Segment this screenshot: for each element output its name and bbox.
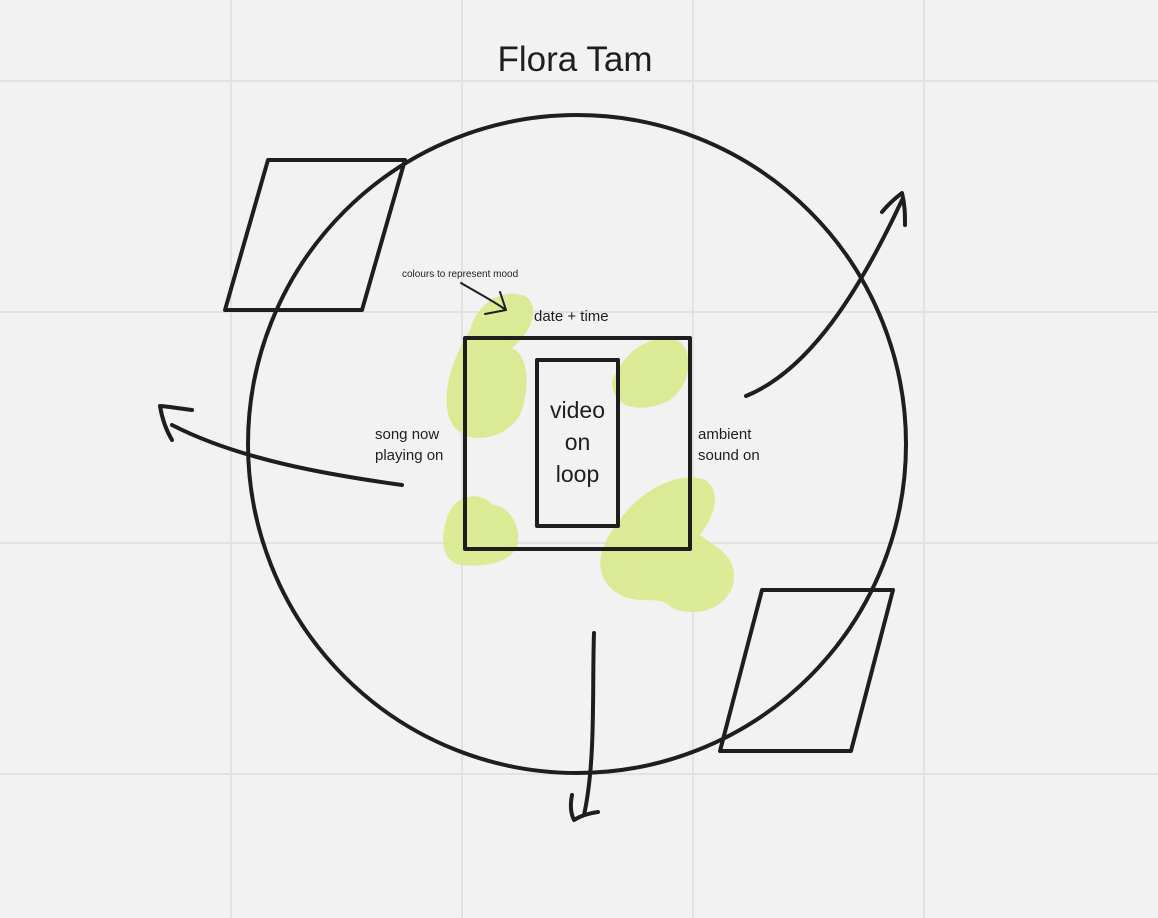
whiteboard-canvas[interactable]: Flora Tam colours to represent mood date… xyxy=(0,0,1158,918)
highlight-blob-bottom-right xyxy=(600,477,735,613)
highlight-blob-top-left xyxy=(446,293,534,438)
ambient-sound-label: ambient sound on xyxy=(698,426,760,464)
video-on-loop-label: video on loop xyxy=(550,397,605,487)
left-arrowhead xyxy=(158,404,194,442)
song-now-playing-label: song now playing on xyxy=(375,426,444,464)
highlight-blob-top-right xyxy=(612,338,689,408)
highlight-blob-bottom-left xyxy=(443,496,519,566)
date-time-label: date + time xyxy=(534,308,609,325)
board-title: Flora Tam xyxy=(497,40,653,79)
bottom-arrow xyxy=(582,631,596,817)
left-arrow xyxy=(170,423,404,487)
sketch-strokes xyxy=(158,113,908,822)
mood-annotation-label: colours to represent mood xyxy=(402,269,519,280)
